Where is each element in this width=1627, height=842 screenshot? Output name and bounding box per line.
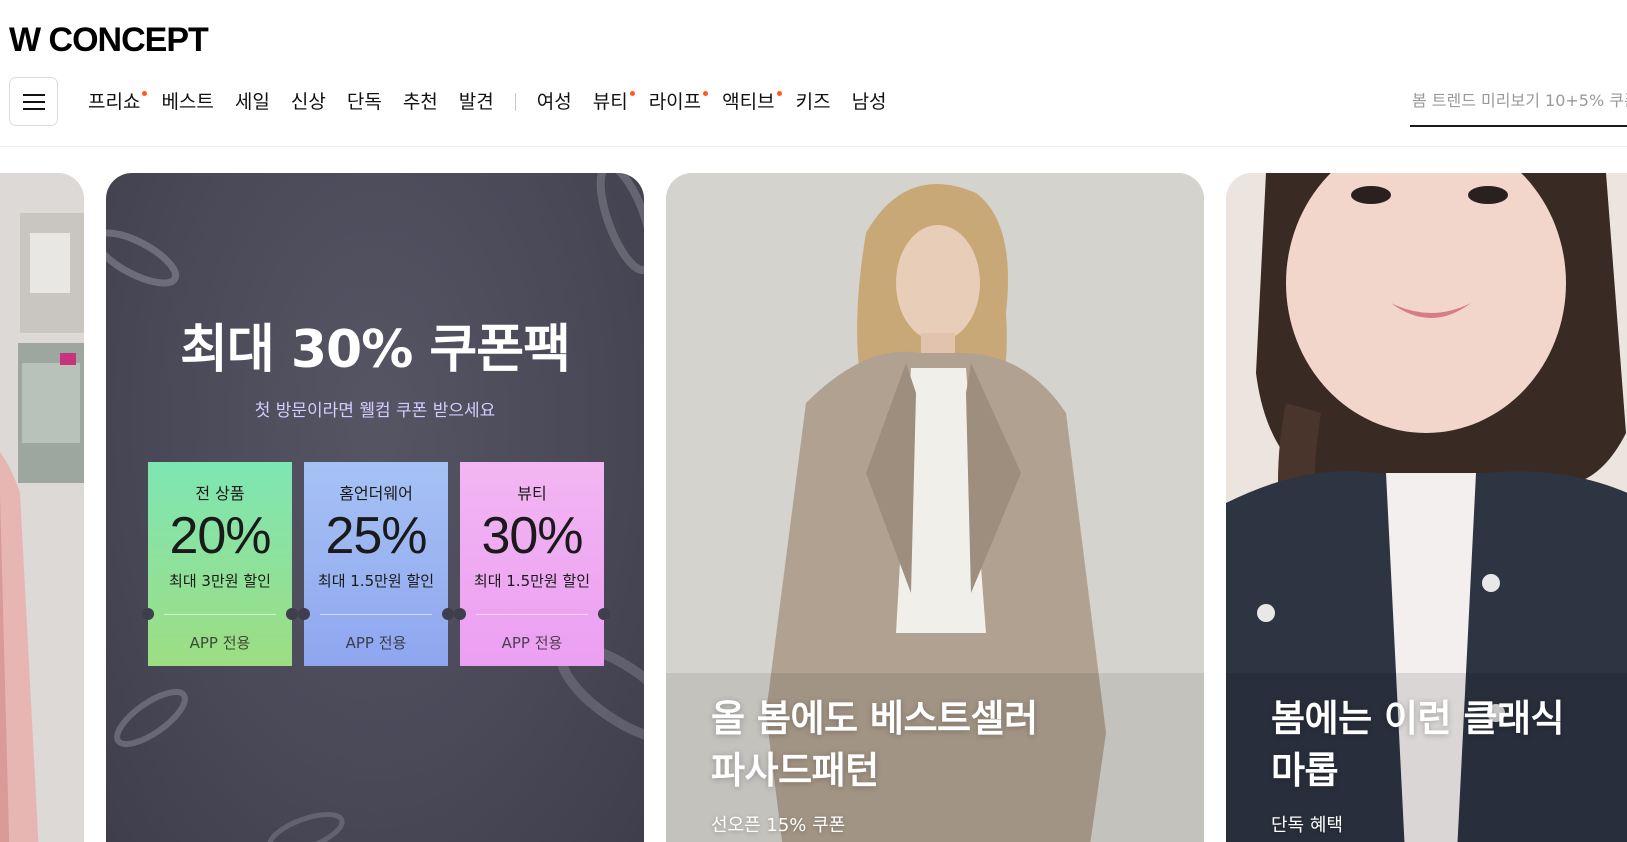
nav-label: 뷰티: [592, 91, 628, 113]
coupon-category: 홈언더웨어: [339, 484, 413, 503]
ticket-notch: [454, 608, 466, 620]
nav-item-kids[interactable]: 키즈: [796, 85, 831, 119]
coupon-pack-title: 최대 30% 쿠폰팩: [180, 320, 571, 380]
new-dot-indicator: [629, 91, 635, 96]
coupon-perforation: [320, 614, 432, 615]
banner-card-previous[interactable]: [0, 173, 84, 842]
ticket-notch: [442, 608, 454, 620]
coupon-category: 뷰티: [517, 484, 547, 503]
coupon-ticket-homewear[interactable]: 홈언더웨어 25% 최대 1.5만원 할인 APP 전용: [298, 462, 454, 666]
coupon-percent: 25%: [325, 507, 427, 565]
ticket-notch: [598, 608, 610, 620]
headline-line: 마롭: [1271, 749, 1339, 792]
coupon-app-only-note: APP 전용: [345, 634, 407, 652]
nav-item-women[interactable]: 여성: [537, 85, 572, 119]
coupon-max-discount: 최대 1.5만원 할인: [317, 572, 435, 590]
coupon-ticket-beauty[interactable]: 뷰티 30% 최대 1.5만원 할인 APP 전용: [454, 462, 610, 666]
coupon-ticket-all[interactable]: 전 상품 20% 최대 3만원 할인 APP 전용: [142, 462, 298, 666]
new-dot-indicator: [703, 91, 709, 96]
nav-item-beauty[interactable]: 뷰티: [592, 85, 635, 119]
nav-label: 액티브: [722, 91, 775, 113]
headline-line: 봄에는 이런 클래식: [1271, 697, 1565, 740]
coupon-app-only-note: APP 전용: [189, 634, 251, 652]
coupon-max-discount: 최대 1.5만원 할인: [473, 572, 591, 590]
banner-caption: 단독 혜택: [1271, 815, 1343, 836]
headline-line: 올 봄에도 베스트셀러: [711, 697, 1038, 740]
nav-item-life[interactable]: 라이프: [648, 85, 709, 119]
brand-logo[interactable]: W CONCEPT: [9, 20, 209, 60]
search-box[interactable]: [1410, 84, 1627, 127]
banner-headline: 올 봄에도 베스트셀러 파사드패턴: [711, 693, 1038, 797]
banner-card-coupon[interactable]: 최대 30% 쿠폰팩 첫 방문이라면 웰컴 쿠폰 받으세요 전 상품 20% 최…: [106, 173, 644, 842]
coupon-perforation: [476, 614, 588, 615]
nav-item-exclusive[interactable]: 단독: [347, 85, 382, 119]
nav-item-men[interactable]: 남성: [852, 85, 887, 119]
nav-label: 프리쇼: [88, 91, 141, 113]
banner-card-bestseller[interactable]: 올 봄에도 베스트셀러 파사드패턴 선오픈 15% 쿠폰: [666, 173, 1204, 842]
nav-item-preshow[interactable]: 프리쇼: [88, 85, 148, 119]
hamburger-icon: [22, 93, 45, 110]
banner-headline: 봄에는 이런 클래식 마롭: [1271, 693, 1565, 797]
coupon-category: 전 상품: [195, 484, 245, 503]
nav-item-best[interactable]: 베스트: [161, 85, 213, 119]
menu-button[interactable]: [9, 77, 58, 126]
nav-item-sale[interactable]: 세일: [235, 85, 270, 119]
headline-line: 파사드패턴: [711, 749, 879, 792]
coupon-perforation: [164, 614, 276, 615]
header-divider: [0, 146, 1627, 147]
coupon-max-discount: 최대 3만원 할인: [169, 572, 271, 590]
search-input[interactable]: [1410, 84, 1627, 118]
nav-label: 라이프: [648, 91, 702, 113]
nav-item-new[interactable]: 신상: [291, 85, 326, 119]
nav-item-discover[interactable]: 발견: [459, 85, 494, 119]
ticket-notch: [298, 608, 310, 620]
new-dot-indicator: [142, 91, 148, 96]
nav-item-active[interactable]: 액티브: [722, 85, 782, 119]
nav-item-recommend[interactable]: 추천: [403, 85, 438, 119]
nav-divider: [514, 93, 516, 111]
coupon-app-only-note: APP 전용: [501, 634, 563, 652]
coupon-percent: 20%: [169, 507, 271, 565]
banner-photo: [0, 173, 84, 842]
coupon-percent: 30%: [481, 507, 583, 565]
new-dot-indicator: [776, 91, 782, 96]
banner-card-classic[interactable]: 봄에는 이런 클래식 마롭 단독 혜택: [1226, 173, 1627, 842]
ticket-notch: [142, 608, 154, 620]
main-nav: 프리쇼 베스트 세일 신상 단독 추천 발견 여성 뷰티 라이프 액티브 키즈 …: [88, 85, 908, 119]
coupon-pack-subtitle: 첫 방문이라면 웰컴 쿠폰 받으세요: [254, 401, 496, 421]
coupon-tickets: 전 상품 20% 최대 3만원 할인 APP 전용 홈언더웨어 25% 최대 1…: [142, 462, 610, 666]
banner-caption: 선오픈 15% 쿠폰: [711, 815, 846, 836]
ticket-notch: [286, 608, 298, 620]
